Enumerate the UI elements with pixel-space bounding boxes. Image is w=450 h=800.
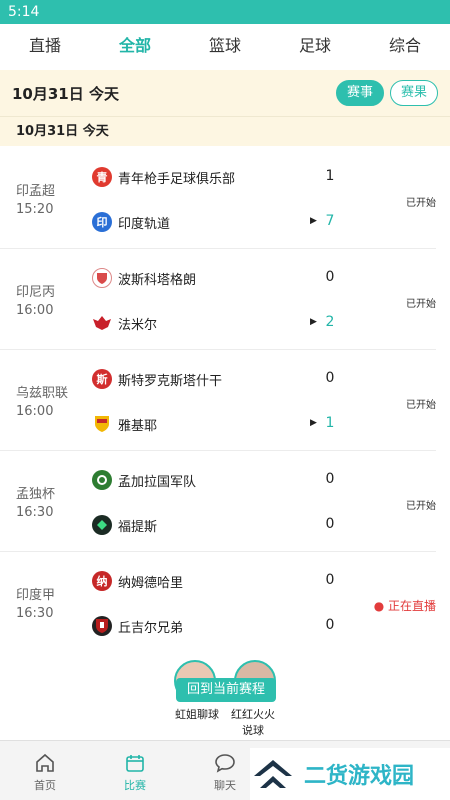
date-title: 10月31日 今天	[12, 84, 119, 103]
league-name: 孟独杯	[16, 487, 56, 502]
match-row[interactable]: 印尼丙 16:00 波斯科塔格朗 法米尔 0 ▶ 2 已开始	[0, 249, 436, 350]
away-team: 印 印度轨道	[92, 211, 170, 233]
league-name: 乌兹职联	[16, 386, 69, 401]
team-logo-icon: 青	[92, 167, 112, 187]
nav-label: 首页	[34, 779, 56, 792]
team-name: 福提斯	[118, 519, 158, 535]
away-team: 雅基耶	[92, 413, 157, 435]
home-team: 斯 斯特罗克斯塔什干	[92, 368, 222, 390]
home-icon	[36, 753, 54, 772]
match-status: 已开始	[406, 400, 436, 411]
nav-label: 聊天	[214, 779, 236, 792]
home-team: 纳 纳姆德哈里	[92, 570, 183, 592]
nav-home[interactable]: 首页	[0, 741, 90, 800]
match-time: 16:00	[16, 303, 54, 318]
team-name: 孟加拉国军队	[118, 474, 197, 490]
date-header: 10月31日 今天 赛事 赛果	[0, 70, 450, 116]
tab-football[interactable]: 足球	[270, 24, 360, 68]
league-name: 印尼丙	[16, 285, 56, 300]
away-team: 福提斯	[92, 514, 157, 536]
tab-all[interactable]: 全部	[90, 24, 180, 68]
tab-basketball[interactable]: 篮球	[180, 24, 270, 68]
top-tabs: 直播 全部 篮球 足球 综合	[0, 24, 450, 68]
team-name: 印度轨道	[118, 216, 171, 232]
chat-bubble-icon	[215, 754, 235, 773]
play-arrow-icon: ▶	[310, 418, 317, 428]
play-arrow-icon: ▶	[310, 216, 317, 226]
match-status: 已开始	[406, 198, 436, 209]
league-name: 印孟超	[16, 184, 56, 199]
section-date: 10月31日 今天	[0, 116, 450, 146]
home-team: 孟加拉国军队	[92, 469, 196, 491]
tab-live[interactable]: 直播	[0, 24, 90, 68]
results-button[interactable]: 赛果	[389, 80, 438, 106]
away-score: 0	[325, 617, 335, 633]
live-status: ● 正在直播	[373, 599, 436, 613]
team-name: 纳姆德哈里	[118, 575, 184, 591]
home-score: 0	[325, 370, 335, 386]
match-time: 16:30	[16, 606, 54, 621]
team-logo-icon	[92, 313, 112, 333]
match-row[interactable]: 孟独杯 16:30 孟加拉国军队 福提斯 0 0 已开始	[0, 451, 436, 552]
home-score: 1	[325, 168, 335, 184]
home-score: 0	[325, 471, 335, 487]
home-team: 青 青年枪手足球俱乐部	[92, 166, 235, 188]
watermark-text: 二货游戏园	[304, 764, 415, 789]
nav-label: 比赛	[124, 779, 146, 792]
match-list: 印孟超 15:20 青 青年枪手足球俱乐部 印 印度轨道 1 ▶ 7 已开始 印…	[0, 148, 450, 653]
calendar-icon	[126, 755, 144, 772]
team-name: 丘吉尔兄弟	[118, 620, 184, 636]
tab-general[interactable]: 综合	[360, 24, 450, 68]
team-name: 波斯科塔格朗	[118, 272, 197, 288]
watermark-logo-icon	[254, 760, 292, 788]
nav-match[interactable]: 比赛	[90, 741, 180, 800]
team-logo-icon	[92, 268, 112, 288]
team-name: 雅基耶	[118, 418, 158, 434]
team-logo-icon	[92, 515, 112, 535]
match-row[interactable]: 乌兹职联 16:00 斯 斯特罗克斯塔什干 雅基耶 0 ▶ 1 已开始	[0, 350, 436, 451]
match-time: 16:30	[16, 505, 54, 520]
streamer-name: 红红火火说球	[231, 708, 275, 737]
match-status: 已开始	[406, 501, 436, 512]
away-score: 0	[325, 516, 335, 532]
team-logo-icon: 纳	[92, 571, 112, 591]
away-team: 丘吉尔兄弟	[92, 615, 183, 637]
team-logo-icon	[92, 470, 112, 490]
away-score: 2	[325, 314, 335, 330]
away-team: 法米尔	[92, 312, 157, 334]
away-score: 1	[325, 415, 335, 431]
away-score: 7	[325, 213, 335, 229]
events-button[interactable]: 赛事	[335, 80, 384, 106]
match-row[interactable]: 印度甲 16:30 纳 纳姆德哈里 丘吉尔兄弟 0 0 ● 正在直播	[0, 552, 436, 653]
match-status: 已开始	[406, 299, 436, 310]
streamer-name: 虹姐聊球	[175, 708, 219, 721]
return-to-current-button[interactable]: 回到当前赛程	[176, 678, 276, 702]
home-team: 波斯科塔格朗	[92, 267, 196, 289]
match-time: 15:20	[16, 202, 54, 217]
home-score: 0	[325, 572, 335, 588]
league-name: 印度甲	[16, 588, 56, 603]
team-logo-icon: 斯	[92, 369, 112, 389]
team-logo-icon	[92, 616, 112, 636]
team-name: 斯特罗克斯塔什干	[118, 373, 223, 389]
match-time: 16:00	[16, 404, 54, 419]
status-bar: 5:14	[0, 0, 450, 24]
home-score: 0	[325, 269, 335, 285]
play-arrow-icon: ▶	[310, 317, 317, 327]
team-logo-icon	[92, 414, 112, 434]
status-time: 5:14	[8, 4, 40, 20]
team-name: 法米尔	[118, 317, 158, 333]
match-row[interactable]: 印孟超 15:20 青 青年枪手足球俱乐部 印 印度轨道 1 ▶ 7 已开始	[0, 148, 436, 249]
team-logo-icon: 印	[92, 212, 112, 232]
team-name: 青年枪手足球俱乐部	[118, 171, 236, 187]
watermark: 二货游戏园	[250, 748, 450, 800]
